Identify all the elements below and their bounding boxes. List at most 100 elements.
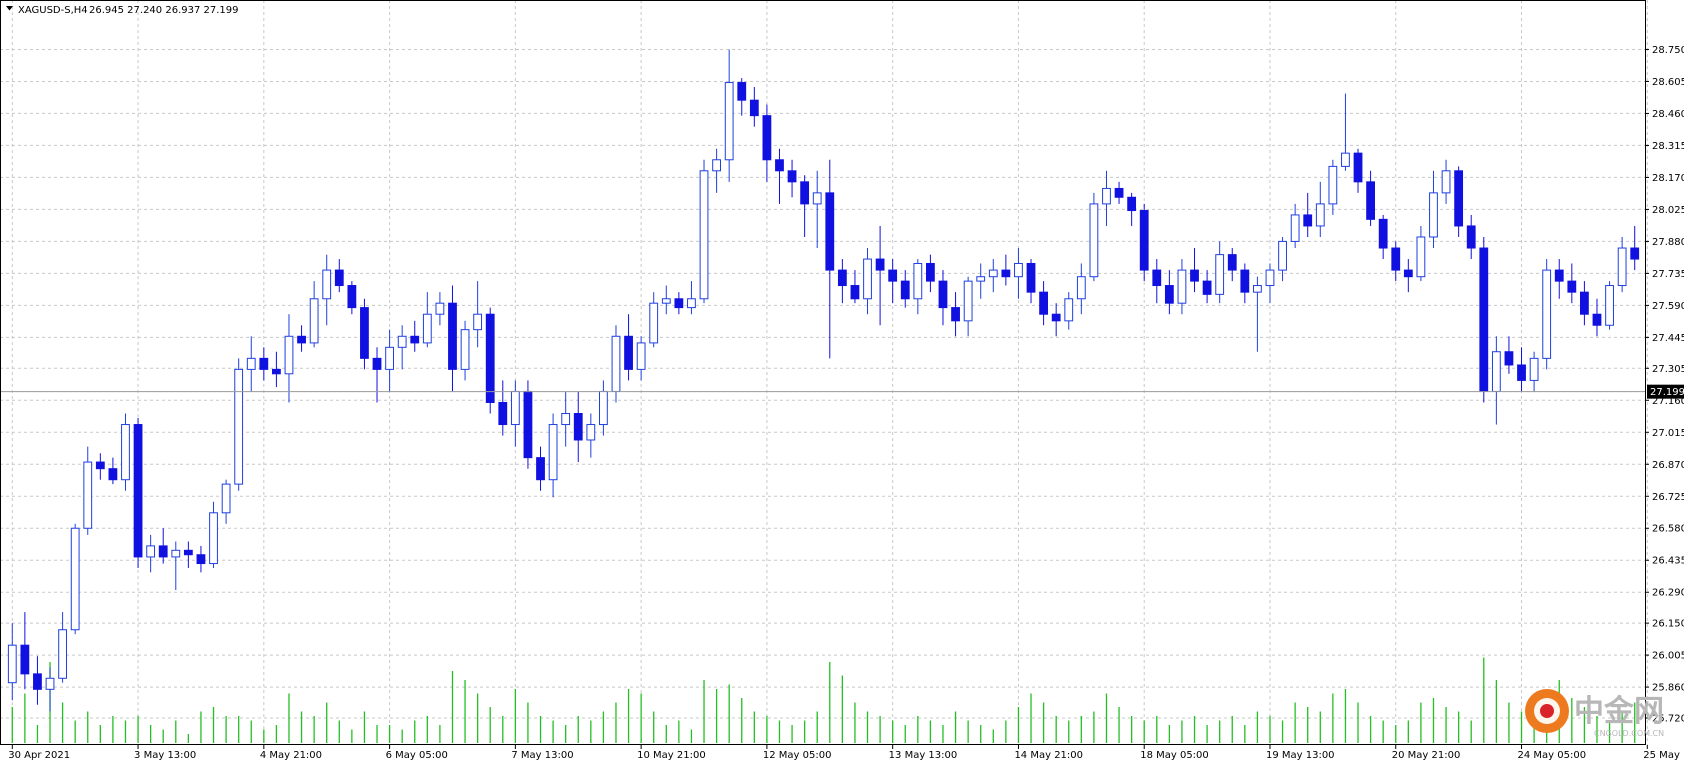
candle-bearish (800, 175, 810, 237)
candle-body (1278, 240, 1287, 271)
candle-bearish (1227, 248, 1237, 282)
time-tick-label: 25 May 13:00 (1643, 750, 1684, 761)
candle-body (988, 269, 998, 278)
candle-bearish (850, 270, 860, 304)
candle-body (1441, 170, 1451, 194)
price-tick-label: 27.735 (1652, 269, 1684, 280)
candle-bullish (976, 263, 986, 299)
candle-bearish (1114, 181, 1124, 204)
candle-body (900, 280, 910, 300)
price-tick-label: 28.605 (1652, 77, 1684, 88)
candle-body (20, 644, 30, 675)
candle-body (1064, 298, 1074, 322)
price-tick-label: 27.590 (1652, 301, 1684, 312)
time-tick-label: 13 May 13:00 (889, 750, 958, 761)
candle-bearish (360, 298, 369, 370)
candle-bearish (573, 391, 583, 463)
candle-body (1076, 276, 1086, 300)
candle-bullish (1605, 281, 1614, 330)
candle-bearish (536, 446, 545, 491)
candle-body (1517, 364, 1526, 381)
candle-body (762, 115, 772, 161)
candle-bullish (548, 413, 558, 498)
time-tick-label: 19 May 13:00 (1266, 750, 1335, 761)
candle-bearish (1051, 303, 1061, 337)
chart-header[interactable]: XAGUSD-S,H4 26.945 27.240 26.937 27.199 (6, 5, 239, 16)
candle-bullish (209, 501, 218, 568)
candle-bullish (397, 325, 407, 370)
candle-bearish (196, 545, 206, 573)
symbol-label: XAGUSD-S,H4 (18, 5, 88, 16)
candle-body (926, 262, 935, 282)
candle-body (334, 269, 344, 287)
candle-bullish (246, 336, 256, 392)
candle-bullish (1177, 259, 1187, 315)
candle-bullish (385, 329, 394, 392)
price-tick-label: 28.460 (1652, 109, 1684, 120)
candle-bearish (837, 259, 847, 304)
candle-body (70, 527, 80, 631)
candle-body (1567, 280, 1577, 293)
price-tick-label: 26.870 (1652, 460, 1684, 471)
candle-bearish (1039, 281, 1048, 326)
candle-body (322, 269, 332, 300)
candle-bullish (1416, 225, 1426, 282)
candle-body (183, 549, 193, 556)
candle-bearish (825, 159, 835, 359)
candle-bullish (1215, 241, 1225, 304)
candle-body (712, 159, 721, 172)
candle-body (1152, 269, 1162, 287)
candle-body (1391, 247, 1401, 271)
candle-bullish (1429, 170, 1438, 249)
candle-bearish (888, 259, 898, 304)
candle-body (196, 554, 206, 565)
time-axis[interactable]: 30 Apr 2021 3 May 13:00 4 May 21:00 6 May 0… (8, 745, 1684, 761)
price-tick-label: 28.170 (1652, 173, 1684, 184)
candle-bullish (121, 413, 130, 491)
candle-body (33, 673, 42, 690)
price-chart[interactable]: 28.750 28.605 28.460 28.315 28.170 28.025 27.8… (0, 0, 1684, 762)
candle-bullish (913, 259, 923, 315)
candle-bullish (661, 285, 671, 315)
price-tick-label: 26.435 (1652, 556, 1684, 567)
candle-body (498, 401, 508, 426)
candle-body (611, 335, 621, 392)
candle-bearish (737, 78, 747, 116)
candle-body (1139, 210, 1149, 271)
time-tick-label: 3 May 13:00 (134, 750, 196, 761)
candle-body (133, 424, 143, 558)
candle-bullish (322, 254, 332, 326)
candle-body (297, 335, 306, 344)
candle-body (1215, 254, 1225, 295)
candle-body (372, 357, 382, 370)
candle-body (58, 629, 67, 679)
candle-bullish (1617, 236, 1627, 293)
candle-body (749, 99, 759, 117)
candle-body (1089, 203, 1099, 278)
candle-bullish (561, 391, 571, 447)
candle-bearish (1580, 281, 1589, 326)
candle-bearish (1202, 270, 1212, 304)
candle-body (234, 368, 244, 485)
candle-body (1127, 196, 1137, 212)
candle-body (1416, 236, 1426, 278)
candle-body (976, 276, 986, 282)
candle-bearish (1517, 347, 1526, 392)
candle-bearish (95, 453, 105, 480)
candle-bearish (775, 148, 784, 204)
candle-body (573, 413, 583, 441)
candle-bearish (372, 347, 382, 403)
candle-bullish (586, 413, 596, 458)
candle-body (1265, 269, 1275, 287)
candle-bullish (699, 159, 709, 304)
candle-bullish (724, 49, 734, 182)
candle-body (1605, 285, 1614, 326)
candle-bearish (1454, 166, 1464, 237)
candle-body (561, 413, 571, 426)
candle-bullish (1328, 159, 1338, 215)
candle-body (1026, 262, 1036, 293)
candle-body (1240, 269, 1250, 293)
candle-bullish (1290, 203, 1300, 249)
candle-bullish (171, 541, 181, 591)
candle-bearish (272, 351, 281, 388)
